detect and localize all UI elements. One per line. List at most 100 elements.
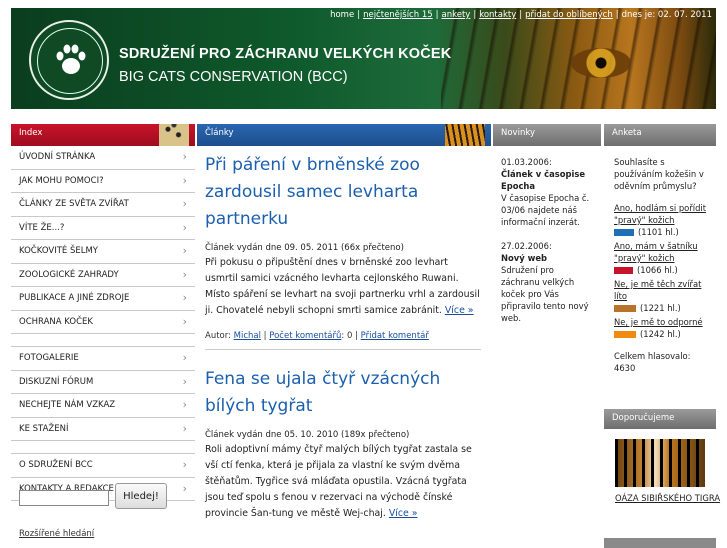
current-date: dnes je: 02. 07. 2011 — [621, 10, 712, 20]
sidebar-item-label: O SDRUŽENÍ BCC — [19, 460, 93, 470]
news-text: Sdružení pro záchranu velkých koček pro … — [501, 265, 589, 323]
comments-count-link[interactable]: Počet komentářů — [269, 331, 341, 341]
news-headline: Nový web — [501, 253, 548, 263]
recommended-link[interactable]: OÁZA SIBIŘSKÉHO TIGRA — [615, 492, 720, 504]
news-date: 27.02.2006: — [501, 241, 552, 251]
article-title[interactable]: Fena se ujala čtyř vzácných bílých tygřa… — [205, 366, 481, 420]
sidebar-item-how-to-help[interactable]: JAK MOHU POMOCI? › — [11, 170, 195, 193]
sidebar-item-photo-gallery[interactable]: FOTOGALERIE › — [11, 347, 195, 371]
sidebar-item-cat-protection[interactable]: OCHRANA KOČEK › — [11, 311, 195, 334]
poll-option-link[interactable]: Ano, mám v šatníku "pravý" kožich — [614, 241, 698, 263]
sidebar-divider — [11, 441, 195, 454]
chevron-right-icon: › — [182, 351, 187, 364]
sidebar-item-label: NECHEJTE NÁM VZKAZ — [19, 400, 116, 410]
search-button[interactable]: Hledej! — [115, 483, 167, 509]
poll-total-count: 4630 — [614, 363, 636, 373]
author-label: Autor: — [205, 331, 231, 341]
sidebar-item-leave-message[interactable]: NECHEJTE NÁM VZKAZ › — [11, 394, 195, 418]
sidebar-item-did-you-know[interactable]: VÍTE ŽE...? › — [11, 217, 195, 240]
sidebar-item-publications[interactable]: PUBLIKACE A JINÉ ZDROJE › — [11, 287, 195, 311]
poll-options: Ano, hodlám si pořídit "pravý" kožich (11… — [614, 202, 706, 340]
tiger-thumbnail — [445, 124, 485, 146]
recommended-header-label: Doporučujeme — [612, 413, 675, 423]
advanced-search-link[interactable]: Rozšířené hledání — [19, 529, 94, 539]
sidebar-item-about-bcc[interactable]: O SDRUŽENÍ BCC › — [11, 454, 195, 478]
sidebar-item-label: ČLÁNKY ZE SVĚTA ZVÍŘAT — [19, 199, 129, 209]
author-link[interactable]: Michal — [234, 331, 261, 341]
tiger-eye-image — [571, 48, 631, 78]
article-meta: Článek vydán dne 05. 10. 2010 (189x přeč… — [205, 430, 410, 440]
index-header: Index — [11, 124, 195, 146]
news-header: Novinky — [493, 124, 601, 146]
news-date: 01.03.2006: — [501, 157, 552, 167]
article-title[interactable]: Při páření v brněnské zoo zardousil same… — [205, 152, 481, 233]
article-body-text: Roli adoptivní mámy čtyř malých bílých t… — [205, 444, 472, 519]
sidebar-item-home[interactable]: ÚVODNÍ STRÁNKA › — [11, 146, 195, 170]
leopard-thumbnail — [159, 124, 189, 146]
poll-widget: Souhlasíte s používáním kožešin v oděvní… — [604, 146, 716, 384]
topnav-contacts[interactable]: kontakty — [479, 10, 516, 20]
poll-option-link[interactable]: Ne, je mě to odporné — [614, 317, 703, 327]
poll-question: Souhlasíte s používáním kožešin v oděvní… — [614, 157, 704, 191]
next-box-header — [604, 538, 716, 548]
poll-vote-count: (1066 hl.) — [637, 265, 678, 275]
siberian-tiger-image[interactable] — [615, 439, 705, 487]
poll-vote-count: (1101 hl.) — [638, 227, 679, 237]
news-item: 27.02.2006: Nový web Sdružení pro záchra… — [501, 240, 593, 324]
comments-count: : 0 | — [341, 331, 358, 341]
articles-header: Články — [197, 124, 491, 146]
poll-total-label: Celkem hlasovalo: — [614, 351, 691, 361]
sidebar-item-zoos[interactable]: ZOOLOGICKÉ ZAHRADY › — [11, 264, 195, 287]
paw-icon — [56, 44, 86, 74]
poll-header-label: Anketa — [612, 128, 642, 138]
chevron-right-icon: › — [182, 267, 187, 281]
poll-option: Ne, je mě to odporné — [614, 316, 706, 328]
bcc-logo[interactable] — [29, 20, 109, 100]
sidebar-navigation: ÚVODNÍ STRÁNKA › JAK MOHU POMOCI? › ČLÁNKY… — [11, 146, 195, 539]
sidebar-item-animal-articles[interactable]: ČLÁNKY ZE SVĚTA ZVÍŘAT › — [11, 193, 195, 217]
chevron-right-icon: › — [182, 398, 187, 411]
article-item: Fena se ujala čtyř vzácných bílých tygřa… — [197, 366, 491, 522]
chevron-right-icon: › — [182, 173, 187, 187]
poll-vote-count: (1242 hl.) — [640, 329, 681, 339]
topnav-add-favorites[interactable]: přidat do oblíbených — [525, 10, 613, 20]
poll-option-result: (1101 hl.) — [614, 226, 706, 238]
poll-option-link[interactable]: Ano, hodlám si pořídit "pravý" kožich — [614, 203, 706, 225]
sidebar-item-label: VÍTE ŽE...? — [19, 222, 65, 233]
sidebar-item-label: KOČKOVITÉ ŠELMY — [19, 246, 98, 256]
sidebar-item-downloads[interactable]: KE STAŽENÍ › — [11, 418, 195, 441]
sidebar-item-felines[interactable]: KOČKOVITÉ ŠELMY › — [11, 240, 195, 264]
poll-total: Celkem hlasovalo: 4630 — [614, 350, 706, 374]
article-meta: Článek vydán dne 09. 05. 2011 (66x přečt… — [205, 243, 404, 253]
site-header: home | nejčtenějších 15 | ankety | kontakty | př… — [11, 8, 716, 109]
poll-option: Ano, mám v šatníku "pravý" kožich — [614, 240, 706, 264]
search-input[interactable] — [19, 490, 109, 506]
read-more-link[interactable]: Více » — [389, 508, 418, 519]
search-form: Hledej! — [19, 483, 167, 509]
poll-result-bar — [614, 305, 636, 312]
topnav-polls[interactable]: ankety — [442, 10, 471, 20]
poll-option-link[interactable]: Ne, je mě těch zvířat líto — [614, 279, 701, 301]
add-comment-link[interactable]: Přidat komentář — [361, 331, 429, 341]
topnav-most-read[interactable]: nejčtenějších 15 — [363, 10, 433, 20]
poll-result-bar — [614, 267, 633, 274]
poll-option-result: (1066 hl.) — [614, 264, 706, 276]
chevron-right-icon: › — [182, 458, 187, 471]
topnav-home[interactable]: home — [330, 10, 354, 20]
article-perex: Roli adoptivní mámy čtyř malých bílých t… — [205, 442, 481, 522]
news-item: 01.03.2006: Článek v časopise Epocha V č… — [501, 156, 593, 228]
articles-list: Při páření v brněnské zoo zardousil same… — [197, 146, 491, 522]
poll-option-result: (1221 hl.) — [614, 302, 706, 314]
poll-result-bar — [614, 331, 636, 338]
chevron-right-icon: › — [182, 421, 187, 435]
chevron-right-icon: › — [182, 150, 187, 163]
articles-header-label: Články — [205, 128, 234, 138]
article-footer: Autor: Michal | Počet komentářů: 0 | Při… — [205, 331, 429, 341]
chevron-right-icon: › — [182, 291, 187, 304]
article-perex: Při pokusu o připuštění dnes v brněnské … — [205, 255, 481, 319]
read-more-link[interactable]: Více » — [445, 305, 474, 316]
sidebar-item-forum[interactable]: DISKUZNÍ FÓRUM › — [11, 371, 195, 394]
sidebar-divider — [11, 334, 195, 347]
site-title: SDRUŽENÍ PRO ZÁCHRANU VELKÝCH KOČEK — [119, 46, 452, 62]
poll-option-result: (1242 hl.) — [614, 328, 706, 340]
